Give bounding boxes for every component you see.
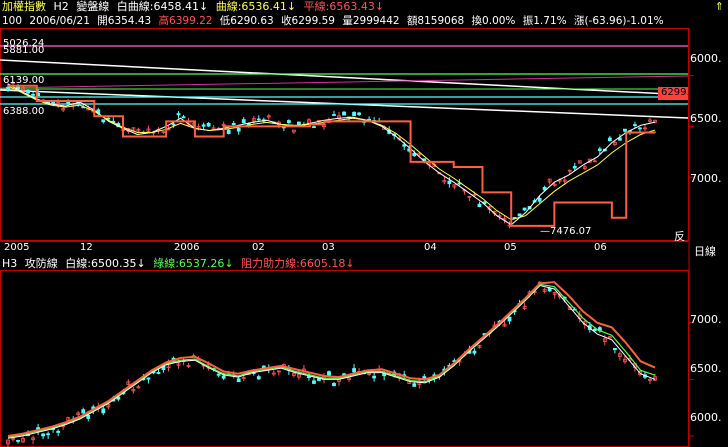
upper-candle xyxy=(171,123,176,126)
upper-candle xyxy=(623,128,627,132)
white-line-label: 白線:6500.35↓ xyxy=(65,257,146,270)
indicator-header-h3: H3 攻防線 白線:6500.35↓ 綠線:6537.26↓ 阻力助力線:660… xyxy=(2,257,359,271)
upper-candle xyxy=(31,93,35,96)
lower-candle xyxy=(327,371,331,376)
upper-candle xyxy=(638,127,642,130)
lower-candle xyxy=(472,350,477,354)
upper-candle xyxy=(342,111,346,116)
y-tick-upper-6500: 6500. xyxy=(690,112,722,125)
upper-candle xyxy=(357,112,361,115)
upper-candle xyxy=(447,180,452,185)
upper-candle xyxy=(633,124,637,126)
lower-candle xyxy=(101,408,106,414)
upper-candle xyxy=(6,86,10,91)
indicator-tag-h3: H3 xyxy=(2,257,18,270)
upper-candle xyxy=(522,207,527,211)
upper-candle xyxy=(312,126,316,129)
level-label-2: 5881.00 xyxy=(3,45,45,56)
upper-candle xyxy=(517,213,522,217)
lower-candle xyxy=(156,372,161,374)
lower-candle xyxy=(221,375,226,379)
lower-candle xyxy=(307,376,311,379)
upper-candle xyxy=(101,119,106,123)
lower-candle xyxy=(547,287,552,292)
upper-candle xyxy=(241,119,246,124)
y-tick-upper-7000: 7000. xyxy=(690,172,722,185)
red-line-label: 阻力助力線:6605.18↓ xyxy=(241,257,355,270)
y-tick-lower-6000: 6000. xyxy=(690,411,722,424)
lower-candle xyxy=(256,376,261,380)
upper-series-1[interactable] xyxy=(7,83,656,226)
y-tick-upper-6000: 6000. xyxy=(690,52,722,65)
date-tick: 06 xyxy=(594,242,607,253)
upper-series-3[interactable] xyxy=(8,84,656,227)
upper-candle xyxy=(477,203,482,208)
green-line-label: 綠線:6537.26↓ xyxy=(153,257,234,270)
upper-candle xyxy=(352,111,356,117)
level-label-4: 6388.00 xyxy=(3,106,45,117)
upper-panel-frame xyxy=(0,28,689,241)
lower-candle xyxy=(236,378,241,383)
date-tick: 05 xyxy=(504,242,517,253)
lower-lines xyxy=(7,281,656,439)
upper-candle xyxy=(176,113,181,116)
upper-candle xyxy=(607,137,612,142)
chart-canvas[interactable] xyxy=(0,0,728,447)
lower-candle xyxy=(592,328,597,332)
upper-candle xyxy=(226,129,231,134)
lower-candle xyxy=(81,409,86,414)
lower-series-2[interactable] xyxy=(7,283,656,438)
date-tick: 2005 xyxy=(4,242,30,253)
lower-candle xyxy=(16,440,20,442)
upper-candle xyxy=(206,122,211,127)
lower-candle xyxy=(146,377,151,380)
upper-candle xyxy=(26,90,30,94)
upper-candle xyxy=(537,198,542,202)
lower-candle xyxy=(41,433,46,437)
lower-panel-frame xyxy=(0,270,689,447)
upper-candle xyxy=(402,144,407,147)
lower-candle xyxy=(372,375,377,379)
price-tag: 6299.6 xyxy=(661,87,696,98)
lower-candle xyxy=(56,430,61,433)
date-tick: 12 xyxy=(80,242,93,253)
upper-candle xyxy=(201,124,206,127)
upper-candle xyxy=(66,101,71,104)
lower-candle xyxy=(507,316,512,322)
upper-candle xyxy=(231,122,236,126)
date-tick: 04 xyxy=(424,242,437,253)
date-tick: 02 xyxy=(252,242,265,253)
lower-series-1[interactable] xyxy=(7,285,656,439)
lower-candle xyxy=(332,383,336,387)
upper-candle xyxy=(236,127,241,132)
low-annotation: —7476.07 xyxy=(540,226,592,237)
level-label-3: 6139.00 xyxy=(3,75,45,86)
upper-candle xyxy=(572,165,577,169)
upper-lines xyxy=(7,83,656,227)
lower-candles xyxy=(6,281,657,447)
lower-candle xyxy=(46,433,51,436)
upper-candle xyxy=(296,121,301,126)
date-axis: 2005 12 2006 02 03 04 05 06 xyxy=(0,241,688,256)
y-tick-lower-7000: 7000. xyxy=(690,313,722,326)
upper-candle xyxy=(181,116,186,119)
upper-candle xyxy=(332,114,336,116)
date-tick: 03 xyxy=(322,242,335,253)
daily-label[interactable]: 日線 xyxy=(694,243,716,259)
lower-candle xyxy=(412,383,417,387)
upper-candle xyxy=(256,118,261,121)
lower-candle xyxy=(352,368,356,373)
lower-candle xyxy=(216,373,221,376)
lower-candle xyxy=(612,347,617,351)
upper-series-2[interactable] xyxy=(7,85,656,221)
date-tick: 2006 xyxy=(174,242,200,253)
lower-candle xyxy=(312,380,316,384)
y-tick-lower-6500: 6500. xyxy=(690,362,722,375)
upper-candle xyxy=(286,120,291,124)
indicator-name-h3[interactable]: 攻防線 xyxy=(25,257,58,270)
upper-candle xyxy=(597,148,602,151)
lower-candle xyxy=(86,414,91,419)
